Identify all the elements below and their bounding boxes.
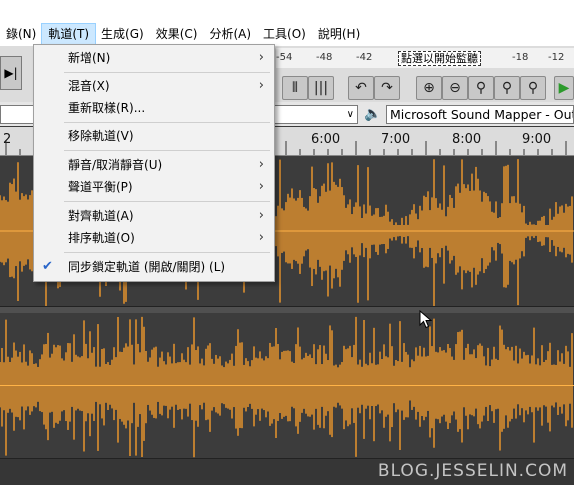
- menu-item-label: 混音(X): [68, 79, 110, 93]
- undo-button[interactable]: ↶: [348, 76, 374, 100]
- redo-button[interactable]: ↷: [374, 76, 400, 100]
- chevron-right-icon: ›: [258, 208, 264, 223]
- waveform-track-right[interactable]: [0, 313, 574, 458]
- fit-project-button[interactable]: ⚲: [494, 76, 520, 100]
- zoom-toggle-icon: ⚲: [527, 80, 539, 96]
- menu-effect[interactable]: 效果(C): [150, 24, 204, 44]
- menu-item-sort-tracks[interactable]: 排序軌道(O) ›: [34, 227, 274, 249]
- menu-item-label: 新增(N): [68, 51, 111, 65]
- menu-bar: 錄(N) 軌道(T) 生成(G) 效果(C) 分析(A) 工具(O) 說明(H): [0, 0, 574, 46]
- meter-tick: -12: [548, 52, 565, 63]
- menu-item-sync-lock[interactable]: ✔ 同步鎖定軌道 (開啟/關閉) (L): [34, 256, 274, 278]
- meter-tick: -18: [512, 52, 529, 63]
- menu-tracks[interactable]: 軌道(T): [41, 23, 97, 45]
- recording-meter[interactable]: -54 -48 -42 點選以開始監聽 -18 -12: [276, 48, 574, 68]
- menu-item-label: 重新取樣(R)...: [68, 101, 146, 115]
- chevron-right-icon: ›: [258, 230, 264, 245]
- menu-item-label: 聲道平衡(P): [68, 180, 133, 194]
- menu-item-align-tracks[interactable]: 對齊軌道(A) ›: [34, 205, 274, 227]
- speaker-icon: 🔈: [364, 106, 382, 122]
- menu-separator: [64, 72, 270, 73]
- menu-item-pan[interactable]: 聲道平衡(P) ›: [34, 176, 274, 198]
- skip-end-button[interactable]: ▶|: [0, 56, 22, 90]
- output-device-select[interactable]: Microsoft Sound Mapper - Output: [386, 105, 574, 124]
- menu-help[interactable]: 說明(H): [312, 24, 366, 44]
- silence-button[interactable]: |||: [308, 76, 334, 100]
- menu-separator: [64, 122, 270, 123]
- zoom-in-button[interactable]: ⊕: [416, 76, 442, 100]
- chevron-right-icon: ›: [258, 50, 264, 65]
- menu-analyze[interactable]: 分析(A): [203, 24, 257, 44]
- zoom-in-icon: ⊕: [423, 80, 435, 96]
- fit-selection-icon: ⚲: [475, 80, 487, 96]
- tracks-menu: 新增(N) › 混音(X) › 重新取樣(R)... 移除軌道(V) 靜音/取消…: [33, 44, 275, 282]
- fit-selection-button[interactable]: ⚲: [468, 76, 494, 100]
- play-icon: ▶: [558, 80, 570, 96]
- menu-tools[interactable]: 工具(O): [257, 24, 312, 44]
- menu-item-label: 對齊軌道(A): [68, 209, 134, 223]
- menu-item-label: 移除軌道(V): [68, 129, 134, 143]
- menu-separator: [64, 150, 270, 151]
- meter-tick: -48: [316, 52, 333, 63]
- menu-item-add-new[interactable]: 新增(N) ›: [34, 47, 274, 69]
- menu-item-label: 同步鎖定軌道 (開啟/關閉) (L): [68, 260, 226, 274]
- skip-end-icon: ▶|: [4, 66, 18, 80]
- play-at-speed-button[interactable]: ▶: [554, 76, 574, 100]
- menu-separator: [64, 201, 270, 202]
- trim-outside-button[interactable]: ⦀: [282, 76, 308, 100]
- watermark: BLOG.JESSELIN.COM: [377, 461, 568, 481]
- zoom-out-icon: ⊖: [449, 80, 461, 96]
- undo-icon: ↶: [355, 80, 367, 96]
- menu-item-mix[interactable]: 混音(X) ›: [34, 75, 274, 97]
- silence-icon: |||: [313, 80, 329, 96]
- fit-project-icon: ⚲: [501, 80, 513, 96]
- waveform-right: [0, 316, 574, 458]
- meter-tick: -42: [356, 52, 373, 63]
- menu-item-label: 排序軌道(O): [68, 231, 135, 245]
- chevron-right-icon: ›: [258, 78, 264, 93]
- redo-icon: ↷: [381, 80, 393, 96]
- zoom-toggle-button[interactable]: ⚲: [520, 76, 546, 100]
- mouse-cursor-icon: [419, 310, 433, 329]
- chevron-right-icon: ›: [258, 157, 264, 172]
- menu-item-remove-tracks[interactable]: 移除軌道(V): [34, 125, 274, 147]
- meter-tick: -54: [276, 52, 293, 63]
- menu-record[interactable]: 錄(N): [0, 24, 42, 44]
- meter-start-monitoring[interactable]: 點選以開始監聽: [398, 51, 481, 66]
- trim-icon: ⦀: [291, 80, 299, 96]
- chevron-down-icon: ∨: [346, 109, 354, 120]
- zoom-out-button[interactable]: ⊖: [442, 76, 468, 100]
- checkmark-icon: ✔: [42, 259, 53, 274]
- menu-generate[interactable]: 生成(G): [95, 24, 150, 44]
- menu-item-mute[interactable]: 靜音/取消靜音(U) ›: [34, 154, 274, 176]
- menu-item-label: 靜音/取消靜音(U): [68, 158, 163, 172]
- menu-item-resample[interactable]: 重新取樣(R)...: [34, 97, 274, 119]
- chevron-right-icon: ›: [258, 179, 264, 194]
- menu-separator: [64, 252, 270, 253]
